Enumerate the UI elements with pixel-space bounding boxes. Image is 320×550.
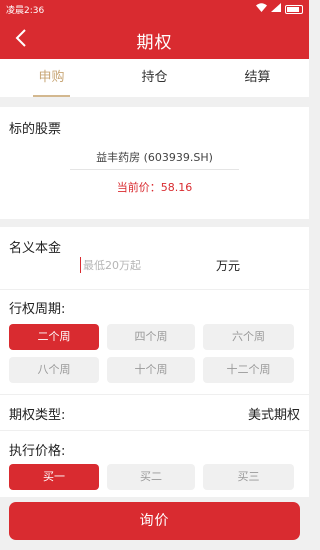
status-bar: 凌晨2:36 (0, 0, 309, 18)
tab-holdings[interactable]: 持仓 (103, 59, 206, 97)
nav-bar: 期权 (0, 18, 309, 59)
status-time: 凌晨2:36 (6, 6, 45, 16)
current-price: 当前价：58.16 (116, 181, 193, 194)
tab-subscribe[interactable]: 申购 (0, 59, 103, 97)
period-option-10w[interactable]: 十个周 (107, 357, 195, 383)
notional-unit: 万元 (216, 259, 241, 273)
period-option-4w[interactable]: 四个周 (107, 324, 195, 350)
period-option-12w[interactable]: 十二个周 (203, 357, 294, 383)
divider (0, 289, 309, 290)
notional-label: 名义本金 (9, 241, 62, 256)
strike-option-buy2[interactable]: 买二 (107, 464, 195, 490)
stock-section-title: 标的股票 (9, 122, 62, 137)
order-form: 名义本金 万元 行权周期: 二个周 四个周 六个周 八个周 十个周 十二个周 期… (0, 227, 309, 497)
tab-bar: 申购 持仓 结算 (0, 59, 309, 97)
divider (0, 430, 309, 431)
stock-divider (70, 169, 239, 170)
divider (0, 394, 309, 395)
option-type-label: 期权类型: (9, 408, 66, 423)
period-label: 行权周期: (9, 302, 66, 317)
option-type-value[interactable]: 美式期权 (248, 404, 300, 423)
inquire-button[interactable]: 询价 (9, 502, 300, 540)
tab-settlement[interactable]: 结算 (206, 59, 309, 97)
wifi-icon (256, 3, 267, 15)
underlying-stock-card: 标的股票 益丰药房 (603939.SH) 当前价：58.16 (0, 107, 309, 219)
signal-icon (271, 3, 281, 15)
battery-icon (285, 4, 303, 14)
period-option-8w[interactable]: 八个周 (9, 357, 99, 383)
status-icons (256, 3, 303, 15)
stock-name[interactable]: 益丰药房 (603939.SH) (0, 149, 309, 165)
strike-price-label: 执行价格: (9, 444, 66, 459)
period-option-6w[interactable]: 六个周 (203, 324, 294, 350)
strike-option-buy3[interactable]: 买三 (203, 464, 294, 490)
page-title: 期权 (136, 33, 173, 53)
strike-option-buy1[interactable]: 买一 (9, 464, 99, 490)
period-option-2w[interactable]: 二个周 (9, 324, 99, 350)
notional-amount-input[interactable] (80, 257, 200, 273)
